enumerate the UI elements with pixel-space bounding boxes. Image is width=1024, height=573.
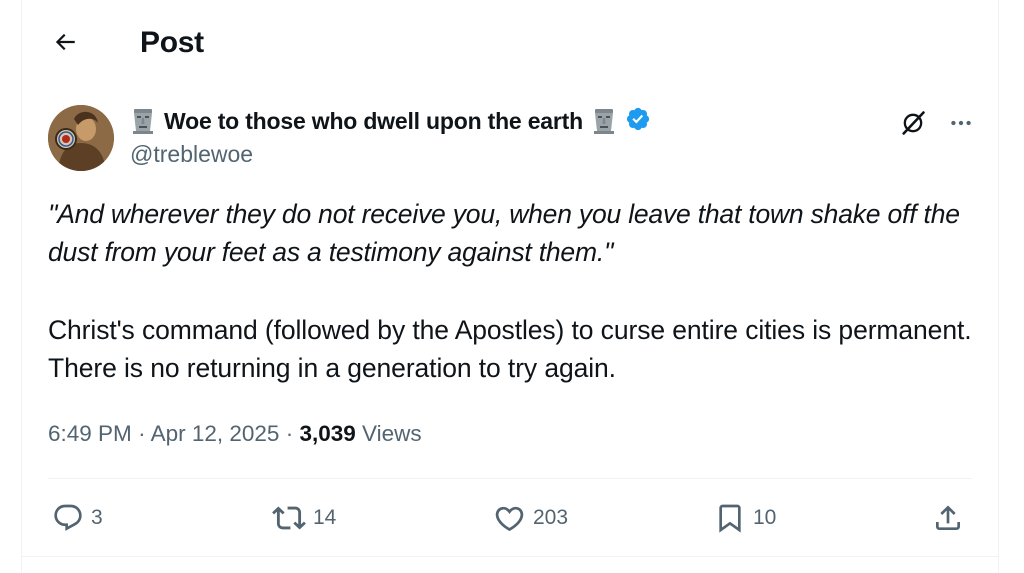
repost-button[interactable]: 14 <box>272 500 336 536</box>
reply-icon <box>54 504 82 531</box>
meta-separator: · <box>285 421 300 446</box>
tweet-meta: 6:49 PM · Apr 12, 2025 · 3,039 Views <box>48 420 422 448</box>
tweet-time[interactable]: 6:49 PM <box>48 421 132 446</box>
arrow-left-icon <box>55 33 75 51</box>
avatar[interactable] <box>48 105 114 171</box>
verified-badge-icon <box>625 106 651 137</box>
tweet-body: Christ's command (followed by the Apostl… <box>48 315 972 383</box>
grok-icon <box>902 111 925 135</box>
author-handle[interactable]: @treblewoe <box>130 140 253 168</box>
views-count: 3,039 <box>299 421 356 446</box>
page-title: Post <box>140 26 204 59</box>
post-column: Post Woe to those who dwell upon the ear… <box>21 0 999 573</box>
tweet-quote: "And wherever they do not receive you, w… <box>48 199 960 267</box>
post-header: Post <box>22 0 998 86</box>
bookmark-count: 10 <box>753 506 777 529</box>
meta-separator: · <box>138 421 151 446</box>
like-button[interactable]: 203 <box>493 500 568 536</box>
back-button[interactable] <box>45 22 85 62</box>
moai-icon <box>130 107 156 135</box>
like-count: 203 <box>533 506 569 529</box>
divider <box>22 556 998 557</box>
repost-icon <box>272 506 306 530</box>
tweet-date[interactable]: Apr 12, 2025 <box>151 421 280 446</box>
more-options-button[interactable] <box>944 106 978 140</box>
repost-count: 14 <box>313 506 337 529</box>
views-label: Views <box>362 421 422 446</box>
tweet-text: "And wherever they do not receive you, w… <box>48 195 978 387</box>
share-icon <box>936 505 960 530</box>
heart-icon <box>495 506 524 531</box>
grok-button[interactable] <box>896 106 930 140</box>
author-name: Woe to those who dwell upon the earth <box>164 107 583 134</box>
author-name-row[interactable]: Woe to those who dwell upon the earth <box>130 105 651 137</box>
share-button[interactable] <box>932 500 964 536</box>
more-horizontal-icon <box>951 120 971 126</box>
reply-count: 3 <box>91 506 103 529</box>
moai-icon <box>591 107 617 135</box>
reply-button[interactable]: 3 <box>52 500 103 536</box>
divider <box>48 478 972 479</box>
bookmark-button[interactable]: 10 <box>714 500 776 536</box>
bookmark-icon <box>719 504 741 533</box>
